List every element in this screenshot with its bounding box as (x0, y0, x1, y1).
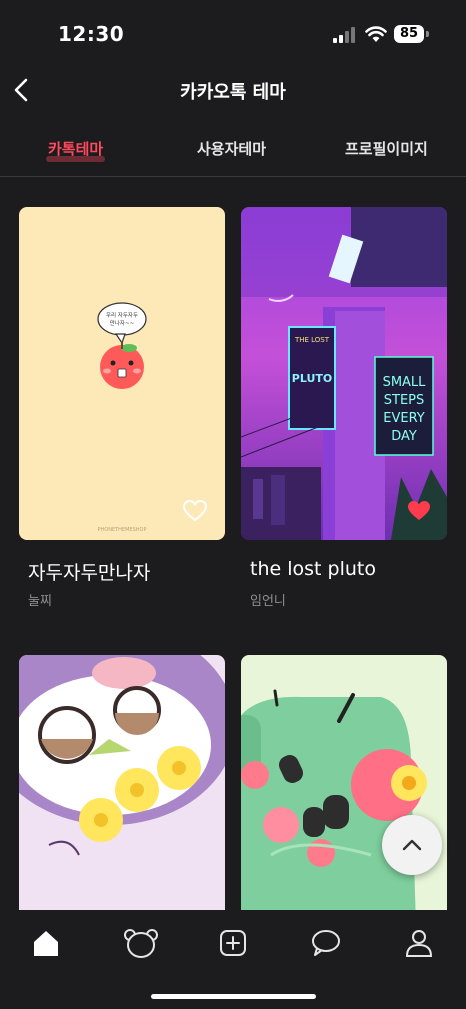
theme-thumbnail[interactable] (241, 655, 447, 925)
battery-tip (426, 31, 429, 37)
sign-text-top: THE LOST (294, 336, 330, 344)
plum-character-illustration: 우리 자두자두 만나자~~ PHONETHEMESHOP (97, 302, 147, 533)
theme-thumbnail[interactable]: THE LOST PLUTO SMALL STEPS EVERY DAY (241, 207, 447, 540)
home-icon (34, 931, 58, 956)
signal-icon (333, 27, 355, 43)
home-indicator (151, 994, 316, 999)
nav-home[interactable] (26, 926, 66, 960)
owl-character-illustration (19, 655, 225, 856)
status-bar: 12:30 85 (0, 0, 466, 70)
tab-profile-image[interactable]: 프로필이미지 (345, 138, 428, 159)
theme-thumbnail[interactable] (19, 655, 225, 925)
nav-chat[interactable] (306, 926, 346, 960)
theme-title: 자두자두만나자 (28, 562, 151, 584)
theme-author: 임언니 (250, 594, 286, 609)
wifi-icon (365, 26, 387, 42)
heart-outline-icon[interactable] (182, 499, 208, 523)
chat-icon (312, 930, 340, 956)
tab-user-theme[interactable]: 사용자테마 (197, 138, 266, 159)
bottom-nav (0, 910, 466, 1009)
heart-filled-icon[interactable] (406, 499, 432, 523)
speech-bubble-line: 만나자~~ (110, 319, 135, 327)
speech-bubble-line: 우리 자두자두 (106, 311, 138, 319)
cactus-character-illustration (241, 689, 427, 925)
watermark-text: PHONETHEMESHOP (98, 527, 147, 533)
neon-text-line: EVERY (383, 411, 425, 426)
neon-text-line: SMALL (383, 375, 427, 390)
battery-indicator: 85 (394, 25, 424, 43)
theme-title: the lost pluto (250, 558, 376, 580)
nav-add[interactable] (213, 926, 253, 960)
header: 카카오톡 테마 (0, 66, 466, 114)
neon-text-line: STEPS (384, 393, 425, 408)
sign-text-word: PLUTO (292, 372, 332, 385)
profile-icon (405, 930, 433, 957)
theme-author: 눌찌 (28, 594, 52, 609)
tab-kakaotalk-theme[interactable]: 카톡테마 (45, 138, 106, 162)
theme-thumbnail[interactable]: 우리 자두자두 만나자~~ PHONETHEMESHOP (19, 207, 225, 540)
add-icon (220, 930, 246, 956)
chevron-up-icon (402, 839, 422, 851)
nav-bear[interactable] (121, 926, 161, 960)
neon-city-illustration: THE LOST PLUTO SMALL STEPS EVERY DAY (241, 207, 447, 540)
nav-profile[interactable] (399, 926, 439, 960)
tab-bar: 카톡테마 사용자테마 프로필이미지 (0, 124, 466, 177)
status-time: 12:30 (58, 22, 125, 46)
page-title: 카카오톡 테마 (180, 82, 286, 103)
bear-icon (124, 929, 158, 958)
neon-text-line: DAY (391, 429, 417, 444)
scroll-to-top-button[interactable] (382, 815, 442, 875)
